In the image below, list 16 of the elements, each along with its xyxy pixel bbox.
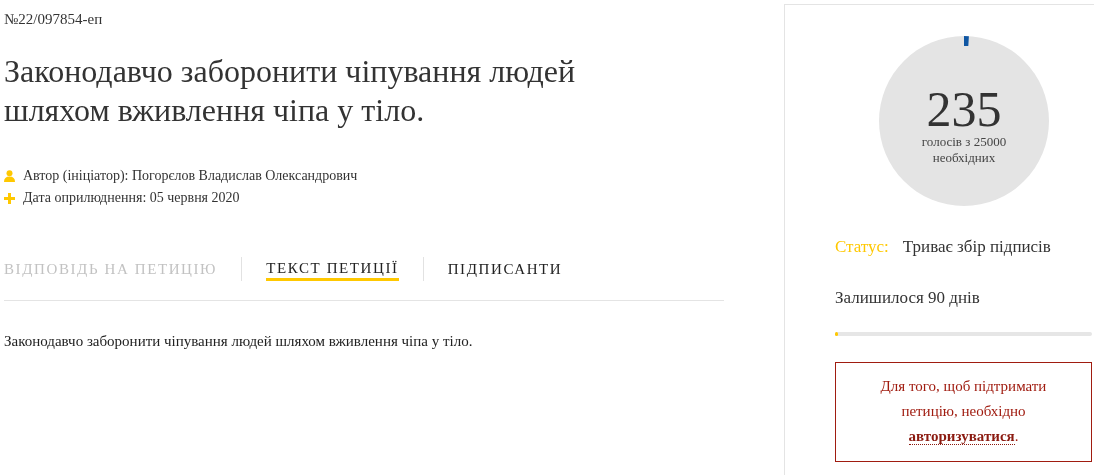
- plus-icon: [4, 192, 15, 204]
- tab[interactable]: ПІДПИСАНТИ: [447, 259, 563, 279]
- login-link[interactable]: авторизуватися: [908, 428, 1015, 445]
- status-value: Триває збір підписів: [902, 237, 1051, 257]
- petition-text: Законодавчо заборонити чіпування людей шляхом вживлення чіпа у тіло.: [4, 333, 473, 350]
- person-icon: [4, 170, 15, 182]
- date-text: Дата оприлюднення: 05 червня 2020: [23, 190, 240, 206]
- login-notice: Для того, щоб підтримати петицію, необхідно авторизуватися.: [835, 362, 1092, 462]
- status-label: Статус:: [835, 237, 889, 257]
- tab[interactable]: ТЕКСТ ПЕТИЦІЇ: [266, 257, 399, 281]
- petition-title: Законодавчо заборонити чіпування людей шляхом вживлення чіпа у тіло.: [4, 52, 577, 130]
- days-remaining: Залишилося 90 днів: [835, 288, 980, 308]
- vote-count: 235: [926, 84, 1002, 134]
- petition-number: №22/097854-еп: [4, 11, 103, 28]
- vote-caption: голосів з 25000 необхідних: [920, 134, 1008, 166]
- author-text: Автор (ініціатор): Погорєлов Владислав Олександрович: [23, 168, 358, 184]
